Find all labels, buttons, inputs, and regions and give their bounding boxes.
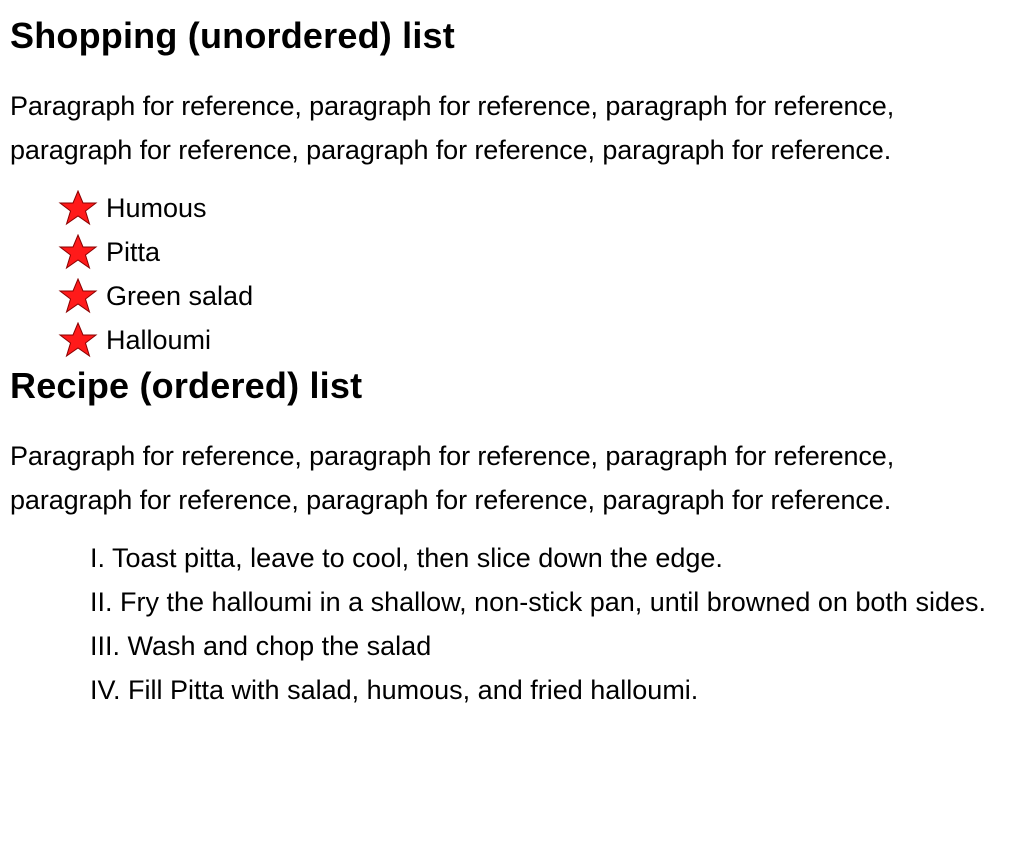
recipe-step: II. Fry the halloumi in a shallow, non-s… [90, 587, 986, 617]
list-item: Green salad [58, 274, 1018, 318]
list-item-label: Green salad [106, 281, 254, 311]
document-page: Shopping (unordered) list Paragraph for … [0, 0, 1028, 712]
list-item: Pitta [58, 230, 1018, 274]
list-item-label: Halloumi [106, 325, 212, 355]
list-item: Halloumi [58, 318, 1018, 362]
list-item-label: Pitta [106, 237, 161, 267]
red-star-icon [58, 322, 98, 358]
recipe-list-heading: Recipe (ordered) list [10, 365, 363, 406]
recipe-step: IV. Fill Pitta with salad, humous, and f… [90, 675, 699, 705]
recipe-step: I. Toast pitta, leave to cool, then slic… [90, 543, 723, 573]
recipe-reference-paragraph: Paragraph for reference, paragraph for r… [10, 441, 895, 515]
list-item-label: Humous [106, 193, 207, 223]
red-star-icon [58, 278, 98, 314]
recipe-list: I. Toast pitta, leave to cool, then slic… [10, 536, 1018, 712]
red-star-icon [58, 190, 98, 226]
shopping-list: Humous Pitta Green salad Halloumi [10, 186, 1018, 362]
list-item: Humous [58, 186, 1018, 230]
shopping-list-heading: Shopping (unordered) list [10, 15, 455, 56]
recipe-step: III. Wash and chop the salad [90, 631, 432, 661]
red-star-icon [58, 234, 98, 270]
shopping-reference-paragraph: Paragraph for reference, paragraph for r… [10, 91, 895, 165]
